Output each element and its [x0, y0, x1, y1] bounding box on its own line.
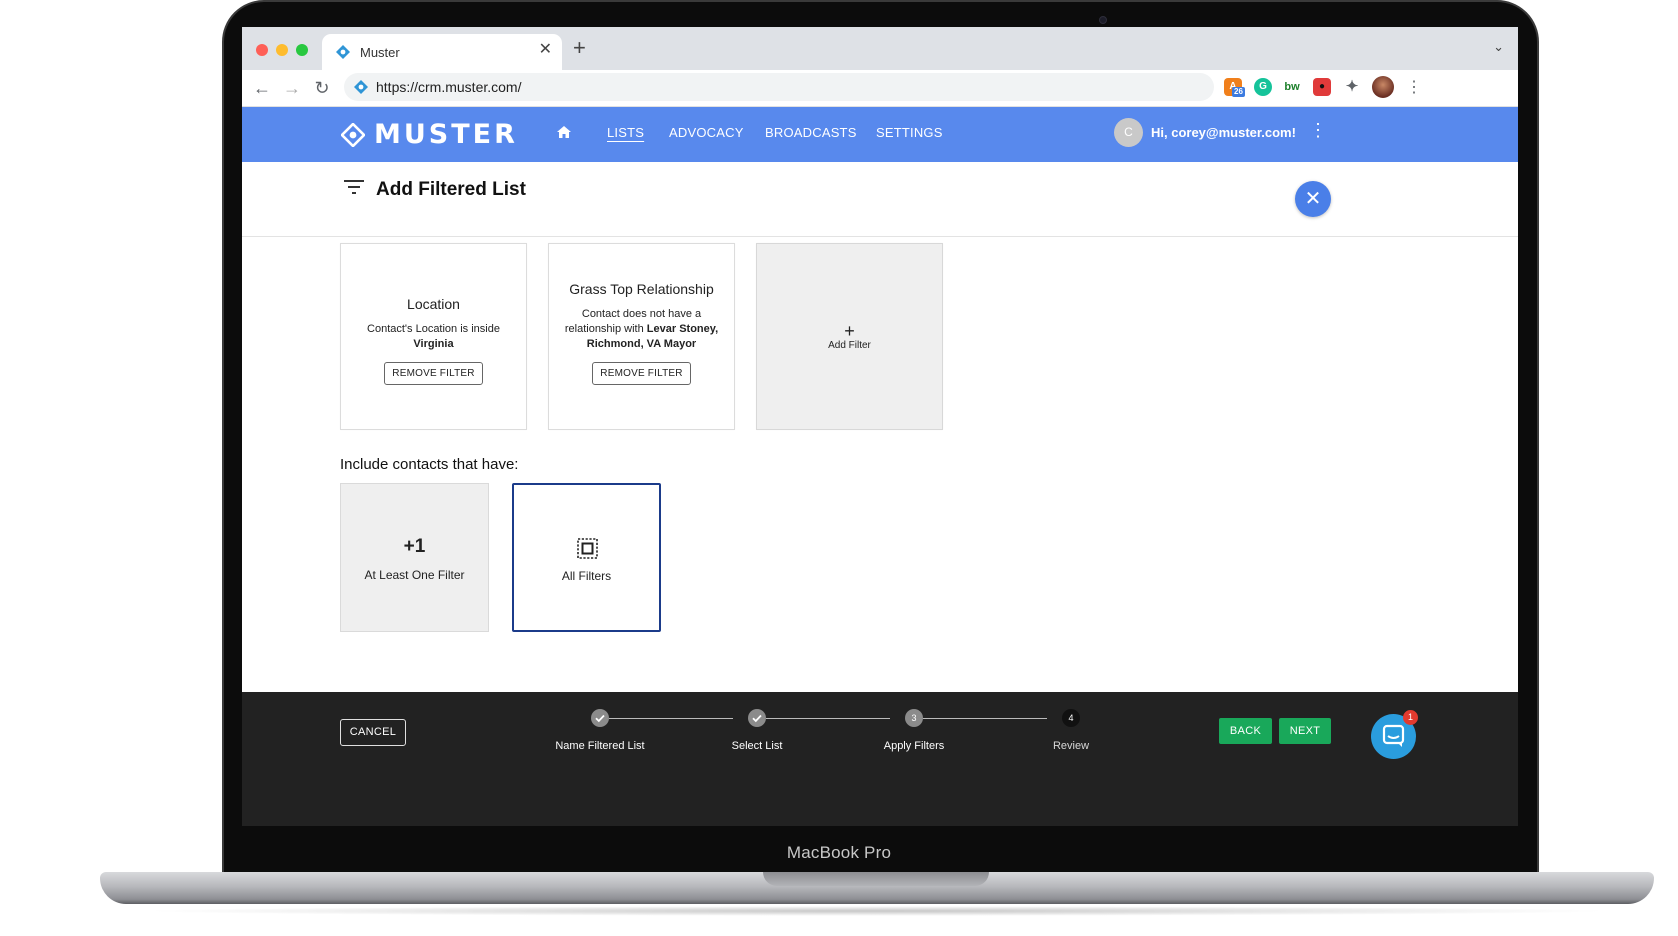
new-tab-button[interactable]: +	[573, 36, 586, 60]
app-header: MUSTER LISTS ADVOCACY BROADCASTS SETTING…	[242, 107, 1518, 162]
reload-icon[interactable]: ↻	[311, 77, 333, 99]
bw-extension-icon[interactable]: bw	[1283, 78, 1301, 96]
nav-lists[interactable]: LISTS	[607, 125, 644, 140]
filter-card-description: Contact does not have a relationship wit…	[564, 308, 719, 350]
all-filters-option[interactable]: All Filters	[512, 483, 661, 632]
user-greeting[interactable]: Hi, corey@muster.com!	[1151, 125, 1296, 140]
screen: Muster ✕ + ⌄ ← → ↻ https://crm.muster.co…	[242, 27, 1518, 826]
home-icon[interactable]	[556, 124, 572, 140]
filter-card-description: Contact's Location is inside Virginia	[367, 323, 500, 350]
select-all-icon	[577, 538, 598, 559]
url-text: https://crm.muster.com/	[376, 79, 522, 95]
step-label: Review	[1052, 740, 1090, 752]
grammarly-extension-icon[interactable]: G	[1254, 78, 1272, 96]
back-arrow-icon[interactable]: ←	[251, 77, 273, 99]
camera-icon	[1099, 16, 1107, 24]
page-header: Add Filtered List ✕	[242, 162, 1518, 237]
browser-toolbar: ← → ↻ https://crm.muster.com/ A26 G bw ●…	[242, 70, 1518, 107]
address-bar[interactable]: https://crm.muster.com/	[344, 73, 1214, 101]
chat-notification-badge: 1	[1403, 710, 1418, 725]
plus-icon: +	[844, 321, 855, 341]
site-icon	[354, 80, 368, 94]
filter-card-title: Location	[407, 296, 460, 312]
filter-list-icon	[344, 180, 364, 194]
close-icon: ✕	[1304, 188, 1322, 210]
include-contacts-label: Include contacts that have:	[340, 456, 519, 473]
user-avatar[interactable]: C	[1114, 118, 1143, 147]
laptop-shadow	[140, 906, 1614, 916]
close-button[interactable]: ✕	[1295, 181, 1331, 217]
profile-avatar[interactable]	[1372, 76, 1394, 98]
cancel-button[interactable]: CANCEL	[340, 719, 406, 746]
translate-extension-icon[interactable]: A26	[1224, 78, 1245, 97]
window-zoom-dot[interactable]	[296, 44, 308, 56]
tab-close-icon[interactable]: ✕	[539, 41, 552, 59]
step-check-icon	[748, 709, 766, 727]
step-connector	[766, 718, 890, 719]
page-title: Add Filtered List	[376, 179, 526, 200]
step-label: Select List	[731, 740, 783, 752]
plus-one-icon: +1	[403, 536, 426, 557]
step-label: Apply Filters	[883, 740, 945, 752]
window-close-dot[interactable]	[256, 44, 268, 56]
model-label: MacBook Pro	[786, 843, 892, 862]
nav-settings[interactable]: SETTINGS	[876, 125, 943, 140]
window-minimize-dot[interactable]	[276, 44, 288, 56]
extension-badge: 26	[1232, 87, 1245, 97]
muster-logo[interactable]: MUSTER	[341, 119, 518, 150]
filter-card-location: Location Contact's Location is inside Vi…	[340, 243, 527, 430]
step-connector	[923, 718, 1047, 719]
nav-advocacy[interactable]: ADVOCACY	[669, 125, 744, 140]
laptop-base-notch	[763, 872, 989, 886]
tab-title: Muster	[360, 45, 400, 60]
next-button[interactable]: NEXT	[1279, 718, 1331, 744]
user-menu-icon[interactable]: ⋮	[1309, 120, 1327, 140]
logo-text: MUSTER	[374, 119, 518, 150]
browser-menu-icon[interactable]: ⋮	[1406, 77, 1422, 97]
remove-filter-button[interactable]: REMOVE FILTER	[384, 362, 483, 385]
step-check-icon	[591, 709, 609, 727]
browser-tab-bar: Muster ✕ + ⌄	[242, 27, 1518, 70]
step-number-current: 3	[905, 709, 923, 727]
add-filter-card[interactable]: + Add Filter	[756, 243, 943, 430]
step-label: Name Filtered List	[555, 740, 645, 752]
step-connector	[609, 718, 733, 719]
step-number-pending: 4	[1062, 709, 1080, 727]
filter-card-title: Grass Top Relationship	[569, 281, 714, 297]
muster-favicon-icon	[336, 45, 350, 59]
add-filter-label: Add Filter	[828, 340, 871, 351]
tab-search-chevron-icon[interactable]: ⌄	[1493, 39, 1504, 55]
forward-arrow-icon[interactable]: →	[281, 77, 303, 99]
back-button[interactable]: BACK	[1219, 718, 1272, 744]
remove-filter-button[interactable]: REMOVE FILTER	[592, 362, 691, 385]
muster-logo-icon	[341, 122, 365, 147]
recorder-extension-icon[interactable]: ●	[1313, 78, 1331, 96]
wizard-footer: CANCEL 3 4 Name Filtered List Select Lis…	[242, 692, 1518, 826]
option-label: All Filters	[561, 569, 612, 583]
option-label: At Least One Filter	[364, 568, 465, 582]
nav-broadcasts[interactable]: BROADCASTS	[765, 125, 857, 140]
puzzle-extensions-icon[interactable]: ✦	[1343, 78, 1361, 96]
at-least-one-filter-option[interactable]: +1 At Least One Filter	[340, 483, 489, 632]
browser-tab[interactable]: Muster ✕	[322, 34, 562, 70]
filter-card-grass-top: Grass Top Relationship Contact does not …	[548, 243, 735, 430]
